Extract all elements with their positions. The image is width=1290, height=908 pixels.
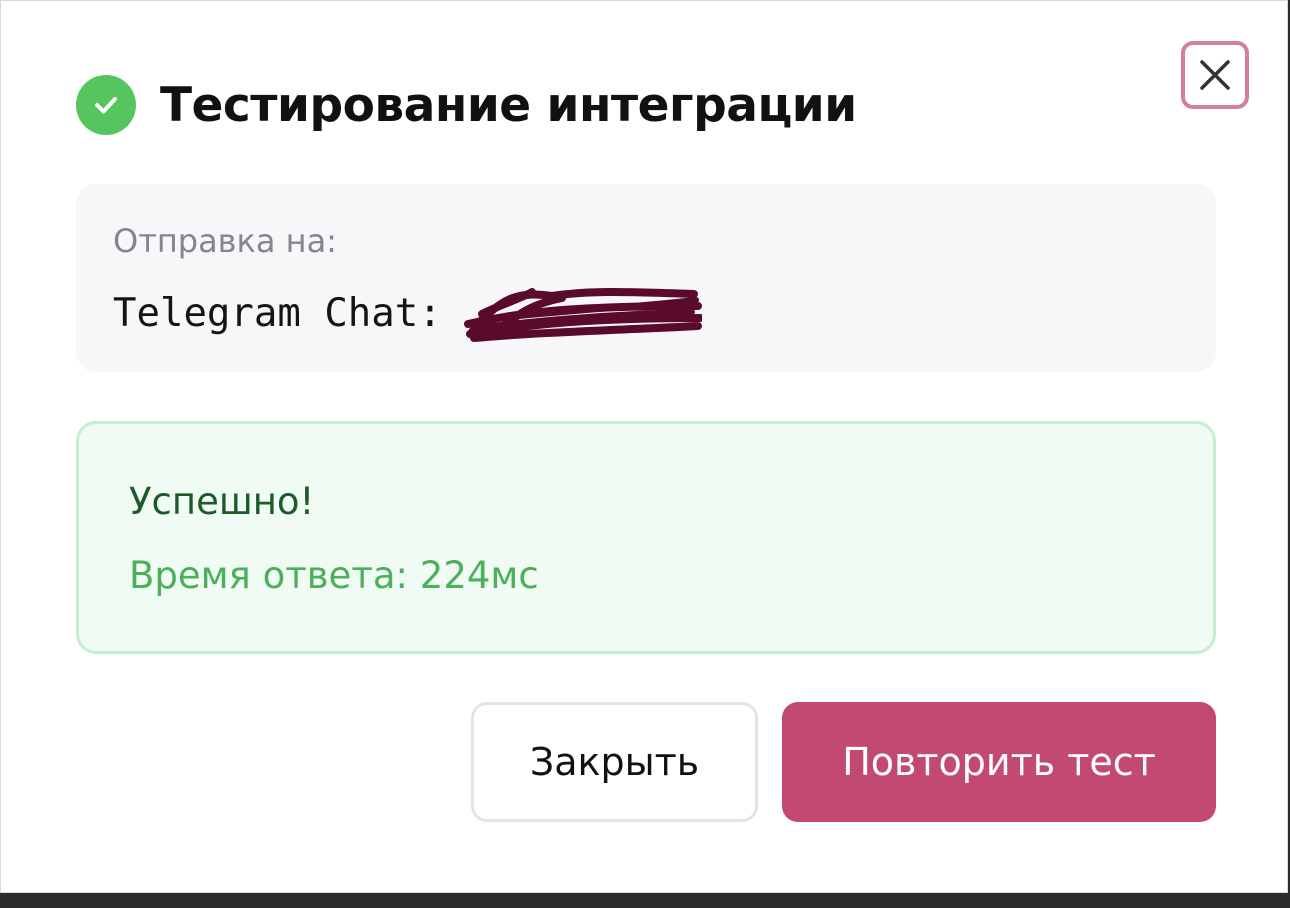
destination-chat-label: Telegram Chat:	[113, 290, 442, 336]
dialog-title: Тестирование интеграции	[160, 77, 857, 133]
close-button[interactable]	[1181, 41, 1249, 109]
result-status: Успешно!	[129, 480, 315, 523]
destination-panel: Отправка на: Telegram Chat:	[76, 184, 1216, 372]
destination-label: Отправка на:	[113, 222, 337, 260]
redaction-scribble	[463, 288, 702, 342]
destination-value: Telegram Chat:	[113, 284, 702, 342]
retry-test-button[interactable]: Повторить тест	[782, 702, 1216, 822]
dialog-header: Тестирование интеграции	[76, 73, 857, 137]
close-icon	[1200, 60, 1230, 90]
integration-test-dialog: Тестирование интеграции Отправка на: Tel…	[0, 0, 1288, 893]
close-dialog-button[interactable]: Закрыть	[471, 702, 758, 822]
response-time: Время ответа: 224мс	[129, 554, 539, 597]
result-panel: Успешно! Время ответа: 224мс	[76, 421, 1216, 654]
check-circle-icon	[76, 75, 136, 135]
